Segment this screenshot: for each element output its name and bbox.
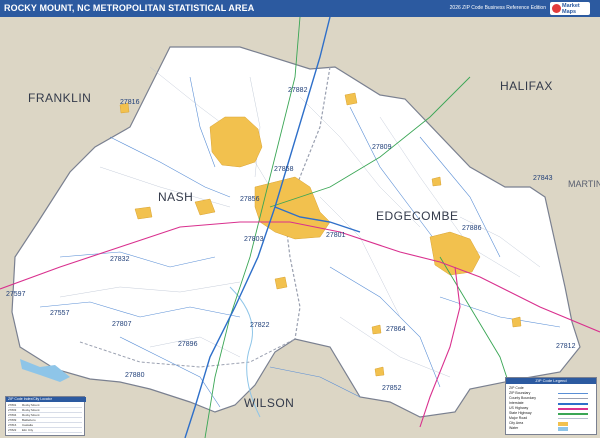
legend-item: Major Road [509, 416, 528, 420]
legend-item: Interstate [509, 401, 524, 405]
county-label-martin: MARTIN [568, 179, 600, 189]
city-area-small [344, 92, 358, 106]
city-cell: Castalia [22, 423, 33, 427]
zip-label: 27822 [250, 322, 270, 329]
zip-cell: 27804 [8, 413, 17, 417]
zip-label: 27882 [288, 87, 308, 94]
legend-item: US Highway [509, 406, 529, 410]
city-cell: Battleboro [22, 418, 36, 422]
brand-logo[interactable]: Market Maps [550, 2, 590, 15]
zip-label: 27896 [178, 341, 198, 348]
zip-label: 27801 [326, 232, 346, 239]
zip-label: 27597 [6, 291, 26, 298]
legend-item: Water [509, 426, 519, 430]
county-label-halifax: HALIFAX [500, 79, 553, 93]
zip-label: 27858 [274, 166, 294, 173]
county-label-edgecombe: EDGECOMBE [376, 209, 459, 223]
zip-cell: 27809 [8, 418, 17, 422]
county-label-nash: NASH [158, 190, 193, 204]
zip-label: 27812 [556, 343, 576, 350]
zip-label: 27803 [244, 236, 264, 243]
zip-label: 27864 [386, 326, 406, 333]
zip-cell: 27816 [8, 423, 17, 427]
city-cell: Rocky Mount [22, 403, 40, 407]
zip-cell: 27822 [8, 428, 17, 432]
county-label-franklin: FRANKLIN [28, 91, 91, 105]
legend-item: County Boundary [509, 396, 537, 400]
legend-symbol [558, 413, 588, 415]
legend-symbol [558, 427, 568, 431]
globe-icon [552, 4, 561, 13]
city-cell: Elm City [22, 428, 34, 432]
legend-symbol [558, 398, 588, 399]
map-legend: ZIP Code Legend ZIP Code ZIP Boundary Co… [505, 377, 597, 435]
zip-cell: 27803 [8, 408, 17, 412]
city-area-small [134, 206, 153, 220]
map-frame: ROCKY MOUNT, NC METROPOLITAN STATISTICAL… [0, 0, 600, 438]
city-area-small [511, 316, 522, 328]
zip-index-table: ZIP Code Index/City Locator 27801 Rocky … [5, 396, 86, 436]
zip-label: 27816 [120, 99, 140, 106]
zip-label: 27809 [372, 144, 392, 151]
legend-symbol [558, 403, 588, 405]
legend-symbol [558, 422, 568, 426]
legend-item: ZIP Boundary [509, 391, 531, 395]
legend-symbol [558, 393, 588, 394]
legend-symbol [558, 418, 588, 419]
zip-label: 27557 [50, 310, 70, 317]
map-title: ROCKY MOUNT, NC METROPOLITAN STATISTICAL… [4, 3, 255, 13]
city-cell: Rocky Mount [22, 408, 40, 412]
zip-label: 27807 [112, 321, 132, 328]
map-canvas: FRANKLIN HALIFAX NASH EDGECOMBE WILSON M… [0, 17, 600, 438]
legend-item: State Highway [509, 411, 532, 415]
zip-label: 27843 [533, 175, 553, 182]
legend-item: City Area [509, 421, 524, 425]
brand-logo-text: Market Maps [562, 3, 580, 15]
city-cell: Rocky Mount [22, 413, 40, 417]
title-bar: ROCKY MOUNT, NC METROPOLITAN STATISTICAL… [0, 0, 600, 17]
zip-label: 27886 [462, 225, 482, 232]
zip-label: 27880 [125, 372, 145, 379]
table-row: 27822 Elm City [8, 428, 82, 433]
legend-title: ZIP Code Legend [506, 378, 596, 384]
map-subtitle: 2026 ZIP Code Business Reference Edition [449, 5, 546, 11]
zip-label: 27852 [382, 385, 402, 392]
county-label-wilson: WILSON [244, 396, 294, 410]
city-area-sharpsburg [274, 276, 288, 290]
zip-index-title: ZIP Code Index/City Locator [6, 397, 86, 402]
legend-symbol [558, 408, 588, 410]
zip-label: 27856 [240, 196, 260, 203]
zip-label: 27832 [110, 256, 130, 263]
legend-item: ZIP Code [509, 386, 524, 390]
zip-cell: 27801 [8, 403, 17, 407]
